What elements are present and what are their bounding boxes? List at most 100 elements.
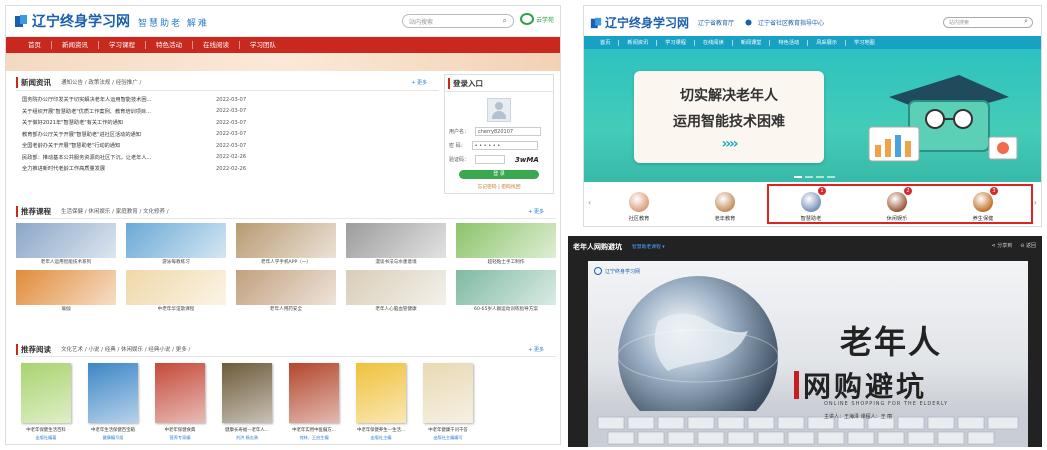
reading-tabs[interactable]: 文化艺术 / 小说 / 经典 / 休闲娱乐 / 经典小说 / 更多 /: [61, 345, 190, 353]
course-caption[interactable]: 60-65岁人群运动训练指导方案: [456, 306, 556, 313]
nav-item[interactable]: 首页: [18, 41, 52, 49]
book-cover[interactable]: [423, 363, 473, 423]
course-thumbnail[interactable]: [346, 270, 446, 305]
news-item-title[interactable]: 教育部办公厅关于开展"智慧助老"进社区活动的通知: [16, 131, 202, 138]
nav-item[interactable]: 学习课程: [657, 39, 695, 46]
search-icon[interactable]: ⌕: [503, 16, 507, 26]
book-title[interactable]: 中老年生活保健百宝箱: [83, 427, 143, 433]
course-card[interactable]: 超轻粘土手工制作: [456, 223, 556, 266]
course-thumbnail[interactable]: [16, 223, 116, 258]
news-more-link[interactable]: + 更多: [411, 79, 427, 86]
news-item[interactable]: 关于组织开展"智慧助老"优质工作案例、教育培训项目... 2022-03-07: [16, 106, 439, 118]
course-thumbnail[interactable]: [126, 223, 226, 258]
courses-tabs[interactable]: 生活保健 / 休闲娱乐 / 家庭教育 / 文化修养 /: [61, 207, 169, 215]
course-caption[interactable]: 老年人学手机APP（一）: [236, 259, 336, 266]
course-thumbnail[interactable]: [16, 270, 116, 305]
course-thumbnail[interactable]: [346, 223, 446, 258]
book-title[interactable]: 中老年实用中医偏方...: [284, 427, 344, 433]
nav-item[interactable]: 在线阅读: [695, 39, 733, 46]
captcha-field[interactable]: [475, 155, 506, 164]
book-card[interactable]: 中老年实用中医偏方... 何林、王启生编: [284, 363, 344, 441]
nav-item[interactable]: 新闻资讯: [619, 39, 658, 46]
courses-more-link[interactable]: + 更多: [528, 208, 544, 215]
course-thumbnail[interactable]: [456, 223, 556, 258]
book-cover[interactable]: [356, 363, 406, 423]
video-frame[interactable]: 辽宁终身学习网 老年人 网购避坑 ONLINE SHOPPING FOR THE…: [588, 261, 1028, 447]
next-arrow-icon[interactable]: ›: [1034, 198, 1037, 207]
site-logo[interactable]: 辽宁终身学习网 辽宁省教育厅 辽宁省社区教育指导中心: [590, 14, 824, 31]
news-item[interactable]: 国务院办公厅印发关于切实解决老年人运用智能技术困... 2022-03-07: [16, 94, 439, 106]
news-item[interactable]: 民政部：推动基本公共服务资源向社区下沉，让老年人... 2022-02-26: [16, 152, 439, 164]
course-card[interactable]: 老年人用药安全: [236, 270, 336, 313]
category-item[interactable]: 休闲娱乐 2: [854, 187, 940, 226]
news-item[interactable]: 全国老龄办关于开展"智慧助老"行动的通知 2022-03-07: [16, 140, 439, 152]
category-item[interactable]: 智慧助老 1: [768, 187, 854, 226]
course-caption[interactable]: 瑜伽: [16, 306, 116, 313]
password-links[interactable]: 忘记密码 | 密码找回: [445, 183, 553, 190]
course-card[interactable]: 老年人运用智能技术系列: [16, 223, 116, 266]
news-item[interactable]: 关于做好2021年"智慧助老"有关工作的通知 2022-03-07: [16, 117, 439, 129]
username-field[interactable]: cherry820107: [475, 127, 542, 136]
search-icon[interactable]: ⌕: [1024, 17, 1028, 26]
nav-item[interactable]: 风采展示: [808, 39, 846, 46]
nav-item[interactable]: 学习地图: [846, 40, 883, 46]
nav-item[interactable]: 首页: [592, 39, 620, 46]
share-button[interactable]: ⋖ 分享到: [991, 242, 1012, 249]
course-caption[interactable]: 中老年华谊歌课程: [126, 306, 226, 313]
book-cover[interactable]: [21, 363, 71, 423]
hero-banner[interactable]: 切实解决老年人 运用智能技术困难 ››››: [584, 49, 1041, 182]
book-card[interactable]: 中老年保健食典 营养专家编: [150, 363, 210, 441]
news-item-title[interactable]: 全国老龄办关于开展"智慧助老"行动的通知: [16, 142, 202, 149]
nav-item[interactable]: 特色活动: [770, 39, 809, 46]
news-item[interactable]: 全力推进新时代老龄工作高质量发展 2022-02-26: [16, 163, 439, 175]
news-item-title[interactable]: 民政部：推动基本公共服务资源向社区下沉，让老年人...: [16, 154, 202, 161]
course-card[interactable]: 老年人学手机APP（一）: [236, 223, 336, 266]
book-cover[interactable]: [222, 363, 272, 423]
nav-item[interactable]: 特色活动: [146, 41, 193, 49]
book-card[interactable]: 中老年保健生活百科 出版社编著: [16, 363, 76, 441]
login-button[interactable]: 登 录: [459, 170, 539, 179]
back-button[interactable]: ⊖ 返回: [1020, 242, 1036, 249]
news-item-title[interactable]: 全力推进新时代老龄工作高质量发展: [16, 165, 202, 172]
course-thumbnail[interactable]: [236, 270, 336, 305]
course-thumbnail[interactable]: [126, 270, 226, 305]
site-logo[interactable]: 辽宁终身学习网: [14, 11, 130, 31]
course-dropdown[interactable]: 智慧助老课程 ▾: [632, 243, 665, 250]
news-item[interactable]: 教育部办公厅关于开展"智慧助老"进社区活动的通知 2022-03-07: [16, 129, 439, 141]
book-title[interactable]: 中老年保健养生—生活...: [351, 427, 411, 433]
news-item-title[interactable]: 关于组织开展"智慧助老"优质工作案例、教育培训项目...: [16, 108, 202, 115]
course-thumbnail[interactable]: [236, 223, 336, 258]
course-caption[interactable]: 老年人运用智能技术系列: [16, 259, 116, 266]
course-caption[interactable]: 超轻粘土手工制作: [456, 259, 556, 266]
book-cover[interactable]: [88, 363, 138, 423]
nav-item[interactable]: 学习团队: [240, 41, 286, 49]
prev-arrow-icon[interactable]: ‹: [588, 198, 591, 207]
search-input[interactable]: 站内搜索 ⌕: [943, 17, 1033, 28]
mobile-app-link[interactable]: 云学苑: [520, 13, 554, 25]
nav-item[interactable]: 新闻资讯: [52, 41, 99, 49]
nav-item[interactable]: 新闻课堂: [733, 39, 771, 46]
course-card[interactable]: 老年人心脑血管健康: [346, 270, 446, 313]
book-cover[interactable]: [155, 363, 205, 423]
book-title[interactable]: 中老年保健食典: [150, 427, 210, 433]
course-caption[interactable]: 老年人用药安全: [236, 306, 336, 313]
password-field[interactable]: • • • • • •: [471, 141, 538, 150]
nav-item[interactable]: 在线阅读: [193, 41, 240, 49]
category-item[interactable]: 老年教育: [682, 192, 768, 226]
news-item-title[interactable]: 国务院办公厅印发关于切实解决老年人运用智能技术困...: [16, 96, 202, 103]
book-card[interactable]: 中老年保健养生—生活... 出版社主编: [351, 363, 411, 441]
course-caption[interactable]: 老年人心脑血管健康: [346, 306, 446, 313]
search-input[interactable]: 站内搜索 ⌕: [402, 14, 514, 28]
news-tabs[interactable]: 通知公告 / 政策法规 / 经验推广 /: [61, 78, 141, 86]
book-title[interactable]: 中老年健康千问千答: [418, 427, 478, 433]
book-card[interactable]: 中老年生活保健百宝箱 健康编写组: [83, 363, 143, 441]
carousel-dots[interactable]: [794, 176, 835, 178]
partner-link-1[interactable]: 辽宁省教育厅: [698, 18, 734, 27]
book-title[interactable]: 健康长寿福—老年人...: [217, 427, 277, 433]
course-card[interactable]: 漫谈书法与水墨意境: [346, 223, 446, 266]
captcha-image[interactable]: 3wMA: [515, 156, 539, 164]
book-cover[interactable]: [289, 363, 339, 423]
course-card[interactable]: 瑜伽: [16, 270, 116, 313]
category-item[interactable]: 养生保健 3: [940, 187, 1026, 226]
course-caption[interactable]: 游泳每教练习: [126, 259, 226, 266]
